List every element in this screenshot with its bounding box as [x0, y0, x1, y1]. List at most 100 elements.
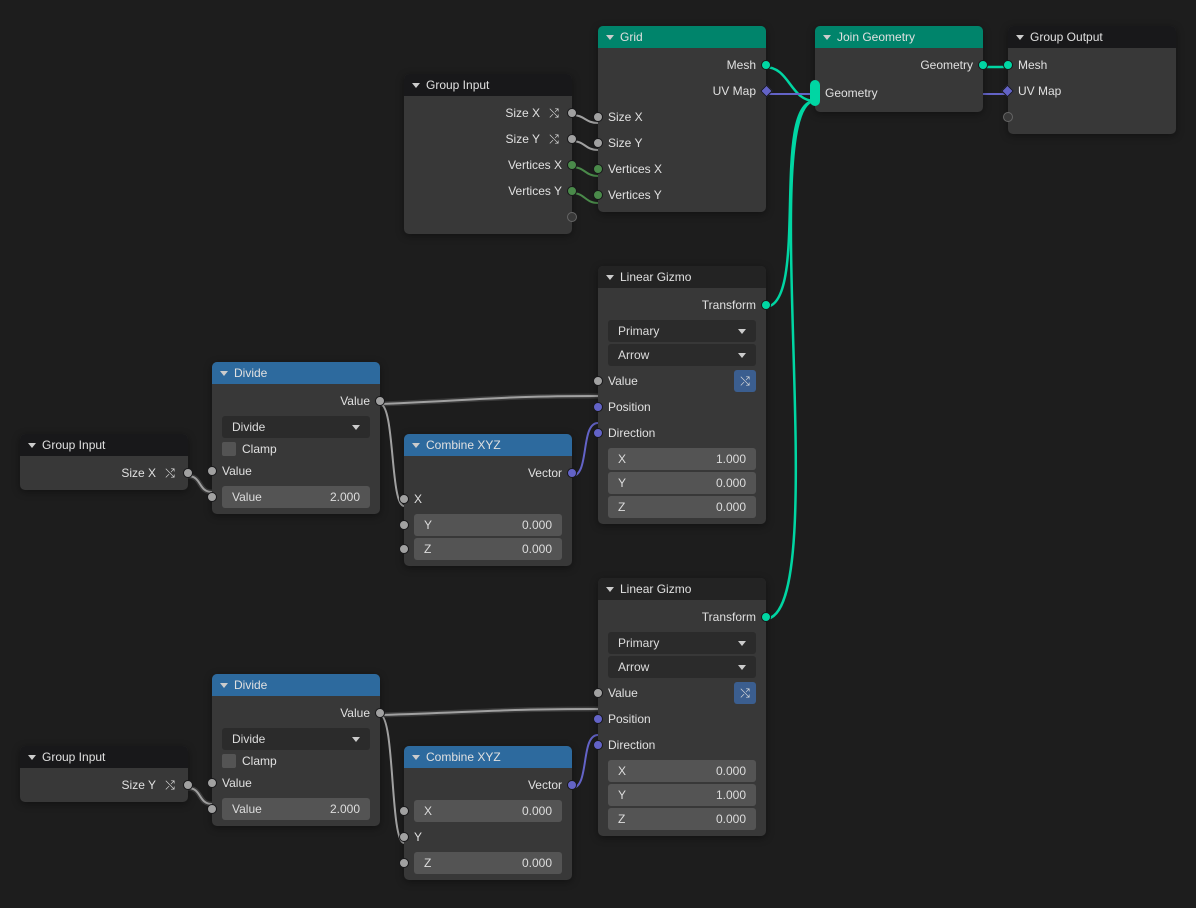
socket-in[interactable]: [593, 376, 603, 386]
input-y-field[interactable]: Y0.000: [414, 514, 562, 536]
socket-out[interactable]: [567, 468, 577, 478]
socket-out[interactable]: [567, 108, 577, 118]
node-header[interactable]: Group Input: [20, 434, 188, 456]
node-header[interactable]: Linear Gizmo: [598, 578, 766, 600]
direction-x-field[interactable]: X1.000: [608, 448, 756, 470]
socket-in[interactable]: [593, 688, 603, 698]
socket-in[interactable]: [207, 492, 217, 502]
chevron-down-icon: [606, 275, 614, 280]
socket-in-multi[interactable]: [810, 80, 820, 106]
node-combine-xyz-2[interactable]: Combine XYZ Vector X0.000 Y Z0.000: [404, 746, 572, 880]
node-linear-gizmo-2[interactable]: Linear Gizmo Transform Primary Arrow Val…: [598, 578, 766, 836]
socket-in[interactable]: [593, 402, 603, 412]
node-group-input-1[interactable]: Group Input Size X⤭ Size Y⤭ Vertices X V…: [404, 74, 572, 234]
style-select[interactable]: Arrow: [608, 344, 756, 366]
socket-in[interactable]: [593, 428, 603, 438]
clamp-checkbox[interactable]: Clamp: [212, 752, 380, 770]
output-value: Value: [212, 700, 380, 726]
direction-x-field[interactable]: X0.000: [608, 760, 756, 782]
operation-select[interactable]: Divide: [222, 728, 370, 750]
output-vertices-x: Vertices X: [404, 152, 572, 178]
socket-in[interactable]: [399, 544, 409, 554]
socket-in[interactable]: [593, 138, 603, 148]
style-select[interactable]: Arrow: [608, 656, 756, 678]
socket-in[interactable]: [1003, 60, 1013, 70]
node-header[interactable]: Join Geometry: [815, 26, 983, 48]
node-grid[interactable]: Grid Mesh UV Map Size X Size Y Vertices …: [598, 26, 766, 212]
socket-out[interactable]: [183, 780, 193, 790]
node-title: Linear Gizmo: [620, 270, 691, 284]
socket-in[interactable]: [207, 804, 217, 814]
socket-out[interactable]: [567, 160, 577, 170]
node-group-input-3[interactable]: Group Input Size Y⤭: [20, 746, 188, 802]
socket-in[interactable]: [399, 832, 409, 842]
node-divide-1[interactable]: Divide Value Divide Clamp Value Value2.0…: [212, 362, 380, 514]
socket-out[interactable]: [978, 60, 988, 70]
node-join-geometry[interactable]: Join Geometry Geometry Geometry: [815, 26, 983, 112]
direction-z-field[interactable]: Z0.000: [608, 808, 756, 830]
socket-out[interactable]: [761, 612, 771, 622]
input-mesh: Mesh: [1008, 52, 1176, 78]
socket-out[interactable]: [761, 300, 771, 310]
input-x: X: [404, 486, 572, 512]
output-vector: Vector: [404, 460, 572, 486]
input-value-2-field[interactable]: Value2.000: [222, 486, 370, 508]
socket-in[interactable]: [593, 714, 603, 724]
socket-in[interactable]: [593, 164, 603, 174]
node-linear-gizmo-1[interactable]: Linear Gizmo Transform Primary Arrow Val…: [598, 266, 766, 524]
color-select[interactable]: Primary: [608, 320, 756, 342]
node-header[interactable]: Divide: [212, 362, 380, 384]
socket-in[interactable]: [399, 806, 409, 816]
node-header[interactable]: Group Output: [1008, 26, 1176, 48]
node-header[interactable]: Combine XYZ: [404, 434, 572, 456]
socket-out[interactable]: [375, 708, 385, 718]
shuffle-button[interactable]: ⤭: [734, 682, 756, 704]
input-x-field[interactable]: X0.000: [414, 800, 562, 822]
socket-in[interactable]: [1003, 112, 1013, 122]
socket-in[interactable]: [1001, 85, 1014, 98]
node-header[interactable]: Linear Gizmo: [598, 266, 766, 288]
socket-out[interactable]: [375, 396, 385, 406]
direction-z-field[interactable]: Z0.000: [608, 496, 756, 518]
socket-in[interactable]: [207, 778, 217, 788]
socket-out[interactable]: [567, 212, 577, 222]
operation-select[interactable]: Divide: [222, 416, 370, 438]
node-title: Grid: [620, 30, 643, 44]
node-combine-xyz-1[interactable]: Combine XYZ Vector X Y0.000 Z0.000: [404, 434, 572, 566]
socket-in[interactable]: [593, 190, 603, 200]
chevron-down-icon: [220, 683, 228, 688]
node-header[interactable]: Combine XYZ: [404, 746, 572, 768]
direction-y-field[interactable]: Y1.000: [608, 784, 756, 806]
socket-out[interactable]: [567, 186, 577, 196]
socket-in[interactable]: [399, 520, 409, 530]
node-header[interactable]: Grid: [598, 26, 766, 48]
socket-out[interactable]: [567, 780, 577, 790]
input-z-field[interactable]: Z0.000: [414, 538, 562, 560]
socket-in[interactable]: [399, 858, 409, 868]
socket-in[interactable]: [593, 112, 603, 122]
input-value-1: Value: [212, 770, 380, 796]
socket-out[interactable]: [567, 134, 577, 144]
socket-out[interactable]: [183, 468, 193, 478]
chevron-down-icon: [220, 371, 228, 376]
socket-out[interactable]: [760, 85, 773, 98]
input-z-field[interactable]: Z0.000: [414, 852, 562, 874]
node-divide-2[interactable]: Divide Value Divide Clamp Value Value2.0…: [212, 674, 380, 826]
node-group-output[interactable]: Group Output Mesh UV Map: [1008, 26, 1176, 134]
socket-out[interactable]: [761, 60, 771, 70]
direction-y-field[interactable]: Y0.000: [608, 472, 756, 494]
socket-in[interactable]: [207, 466, 217, 476]
socket-in[interactable]: [399, 494, 409, 504]
node-title: Group Input: [42, 750, 105, 764]
socket-in[interactable]: [593, 740, 603, 750]
color-select[interactable]: Primary: [608, 632, 756, 654]
clamp-checkbox[interactable]: Clamp: [212, 440, 380, 458]
node-header[interactable]: Divide: [212, 674, 380, 696]
input-value: Value⤭: [598, 680, 766, 706]
input-value-2-field[interactable]: Value2.000: [222, 798, 370, 820]
node-group-input-2[interactable]: Group Input Size X⤭: [20, 434, 188, 490]
shuffle-button[interactable]: ⤭: [734, 370, 756, 392]
node-header[interactable]: Group Input: [404, 74, 572, 96]
node-header[interactable]: Group Input: [20, 746, 188, 768]
input-value: Value⤭: [598, 368, 766, 394]
